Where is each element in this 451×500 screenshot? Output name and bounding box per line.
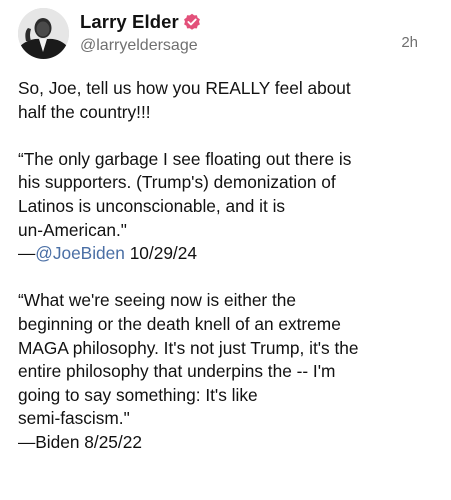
post-header: Larry Elder @larryeldersage 2h [18, 8, 438, 68]
avatar-photo-icon [18, 8, 69, 59]
post-body: So, Joe, tell us how you REALLY feel abo… [18, 77, 438, 455]
mention-link[interactable]: @JoeBiden [35, 243, 125, 263]
author-info: Larry Elder @larryeldersage [80, 10, 201, 55]
intro-line: So, Joe, tell us how you REALLY feel abo… [18, 78, 351, 98]
author-handle[interactable]: @larryeldersage [80, 37, 201, 55]
quote1-attribution: —@JoeBiden 10/29/24 [18, 242, 438, 266]
quote2-attribution: —Biden 8/25/22 [18, 431, 142, 452]
quote2-line: beginning or the death knell of an extre… [18, 313, 341, 334]
display-name-row: Larry Elder [80, 10, 201, 34]
avatar[interactable] [18, 8, 69, 59]
quote1-line: un-American." [18, 219, 127, 240]
attribution-dash: — [18, 243, 36, 264]
quote2-line: semi-fascism." [18, 408, 130, 429]
quote2-line: entire philosophy that underpins the -- … [18, 361, 336, 382]
intro-line: half the country!!! [18, 101, 151, 122]
verified-badge-icon [183, 13, 201, 31]
quote1-line: Latinos is unconscionable, and it is [18, 195, 286, 216]
quote2-line: going to say something: It's like [18, 384, 258, 405]
quote2-line: MAGA philosophy. It's not just Trump, it… [18, 337, 359, 358]
display-name[interactable]: Larry Elder [80, 11, 179, 33]
attribution-date: 10/29/24 [124, 243, 197, 264]
quote2-line: “What we're seeing now is either the [18, 290, 297, 311]
post-timestamp: 2h [401, 34, 418, 51]
post-card: Larry Elder @larryeldersage 2h So, Joe, … [0, 0, 451, 500]
quote1-line: “The only garbage I see floating out the… [18, 148, 352, 169]
quote1-line: his supporters. (Trump's) demonization o… [18, 172, 336, 193]
